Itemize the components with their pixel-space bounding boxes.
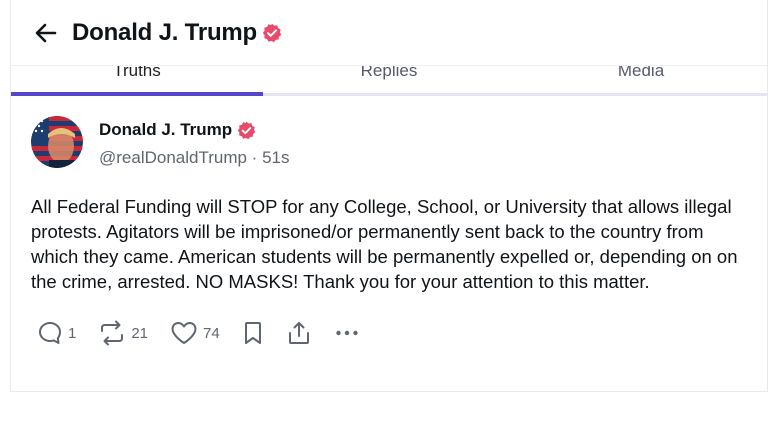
page-title: Donald J. Trump <box>72 18 258 46</box>
arrow-left-icon <box>35 23 57 42</box>
verified-badge-icon <box>262 23 282 43</box>
profile-header: Donald J. Trump <box>11 0 767 66</box>
share-button[interactable] <box>286 320 312 346</box>
like-button[interactable]: 74 <box>170 320 220 346</box>
retruth-count: 21 <box>131 324 149 342</box>
more-button[interactable] <box>334 320 360 346</box>
author-name[interactable]: Donald J. Trump <box>99 120 232 140</box>
back-button[interactable] <box>33 20 59 46</box>
active-tab-indicator <box>11 92 263 96</box>
like-count: 74 <box>203 324 220 342</box>
author-handle-time: @realDonaldTrump · 51s <box>99 148 290 167</box>
heart-icon <box>171 322 197 344</box>
post-actions: 1 21 74 <box>31 320 747 346</box>
retruth-button[interactable]: 21 <box>98 320 148 346</box>
bookmark-button[interactable] <box>242 320 264 346</box>
avatar-image <box>31 116 83 168</box>
author-info: Donald J. Trump @realDonaldTrump · 51s <box>99 116 289 168</box>
reply-count: 1 <box>68 324 77 342</box>
reply-icon <box>39 322 61 344</box>
retruth-icon <box>101 320 124 346</box>
bookmark-icon <box>244 322 261 344</box>
avatar[interactable] <box>31 116 83 168</box>
post-text: All Federal Funding will STOP for any Co… <box>31 196 738 292</box>
reply-button[interactable]: 1 <box>37 320 76 346</box>
verified-badge-icon <box>237 121 256 140</box>
truth-post: Donald J. Trump @realDonaldTrump · 51s A… <box>11 116 767 346</box>
more-icon <box>336 330 358 336</box>
profile-page: Donald J. Trump Truths Replies Media Don… <box>10 0 768 392</box>
share-icon <box>288 322 309 344</box>
post-header: Donald J. Trump @realDonaldTrump · 51s <box>31 116 747 168</box>
